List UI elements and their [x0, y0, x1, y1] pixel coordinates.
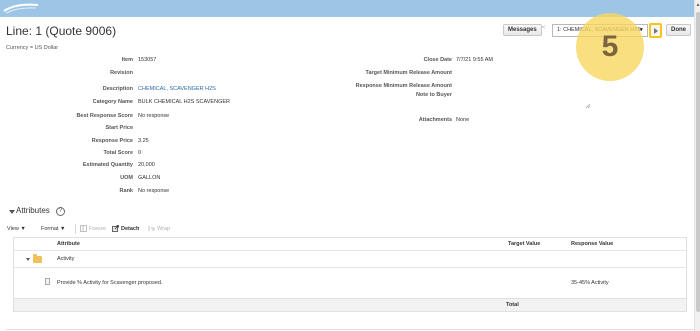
- next-line-button[interactable]: [650, 24, 661, 37]
- estimated-quantity-label: Estimated Quantity: [82, 162, 133, 168]
- item-value: 153057: [138, 57, 157, 63]
- scroll-thumb[interactable]: [696, 12, 700, 312]
- target-min-release-label: Target Minimum Release Amount: [365, 70, 453, 76]
- currency-label: Currency = US Dollar: [6, 45, 59, 51]
- group-row-name[interactable]: Activity: [57, 256, 74, 262]
- column-header-target-value[interactable]: Target Value: [508, 241, 540, 247]
- best-response-score-value: No response: [138, 113, 170, 119]
- close-date-value: 7/7/21 9:55 AM: [456, 57, 493, 63]
- collapse-section-icon[interactable]: [9, 210, 15, 214]
- expand-group-icon[interactable]: [26, 258, 30, 261]
- play-arrow-icon: [654, 28, 658, 34]
- attachments-label: Attachments: [418, 117, 452, 123]
- total-score-label: Total Score: [103, 150, 133, 156]
- total-label: Total: [506, 302, 519, 308]
- uom-label: UOM: [120, 175, 133, 181]
- wrap-icon: [148, 226, 155, 231]
- attribute-cell[interactable]: Provide % Activity for Scavenger propose…: [57, 280, 162, 286]
- best-response-score-label: Best Response Score: [76, 113, 133, 119]
- freeze-button[interactable]: Freeze: [89, 226, 106, 232]
- item-label: Item: [121, 57, 133, 63]
- top-banner: [0, 0, 694, 17]
- detach-icon: [112, 225, 119, 232]
- attributes-section-title: Attributes: [16, 206, 50, 215]
- detach-button[interactable]: Detach: [121, 226, 139, 232]
- page-title: Line: 1 (Quote 9006): [6, 24, 117, 38]
- folder-icon: [33, 254, 42, 263]
- bottom-divider: [6, 329, 694, 330]
- step-badge: 5: [576, 13, 644, 81]
- uom-value: GALLON: [138, 175, 161, 181]
- category-name-label: Category Name: [92, 99, 133, 105]
- view-menu[interactable]: View ▼: [7, 226, 26, 232]
- attachments-value[interactable]: None: [456, 117, 469, 123]
- scroll-up-icon[interactable]: ▲: [695, 2, 700, 8]
- column-header-response-value[interactable]: Response Value: [571, 241, 613, 247]
- vertical-scrollbar[interactable]: ▲: [694, 0, 700, 331]
- done-button[interactable]: Done: [666, 24, 691, 36]
- category-name-value: BULK CHEMICAL H2S SCAVENGER: [138, 99, 230, 105]
- rank-label: Rank: [119, 188, 133, 194]
- estimated-quantity-value: 20,000: [138, 162, 155, 168]
- rank-value: No response: [138, 188, 170, 194]
- previous-line-button[interactable]: <: [542, 25, 546, 31]
- note-to-buyer-label: Note to Buyer: [415, 92, 452, 98]
- document-icon: [45, 278, 50, 285]
- column-header-attribute[interactable]: Attribute: [57, 241, 80, 247]
- row-divider: [13, 267, 687, 268]
- wrap-button[interactable]: Wrap: [157, 226, 170, 232]
- total-row: Total: [14, 298, 686, 311]
- messages-button[interactable]: Messages: [503, 24, 542, 36]
- description-link[interactable]: CHEMICAL, SCAVENGER H2S: [138, 86, 216, 92]
- total-score-value: 0: [138, 150, 142, 156]
- close-date-label: Close Date: [423, 57, 452, 63]
- textarea-resize-icon[interactable]: [585, 103, 591, 109]
- revision-label: Revision: [110, 70, 133, 76]
- response-value-cell[interactable]: 35-45% Activity: [571, 280, 609, 286]
- response-price-label: Response Price: [91, 138, 133, 144]
- help-icon[interactable]: ?: [56, 207, 65, 216]
- start-price-label: Start Price: [105, 125, 133, 131]
- freeze-icon: [80, 225, 87, 232]
- response-min-release-label: Response Minimum Release Amount: [355, 83, 452, 89]
- response-price-value: 3.25: [138, 138, 149, 144]
- brand-swoosh-icon: [3, 3, 39, 14]
- toolbar-divider: [75, 224, 76, 234]
- format-menu[interactable]: Format ▼: [41, 226, 65, 232]
- header-divider: [13, 250, 687, 251]
- description-label: Description: [102, 86, 133, 92]
